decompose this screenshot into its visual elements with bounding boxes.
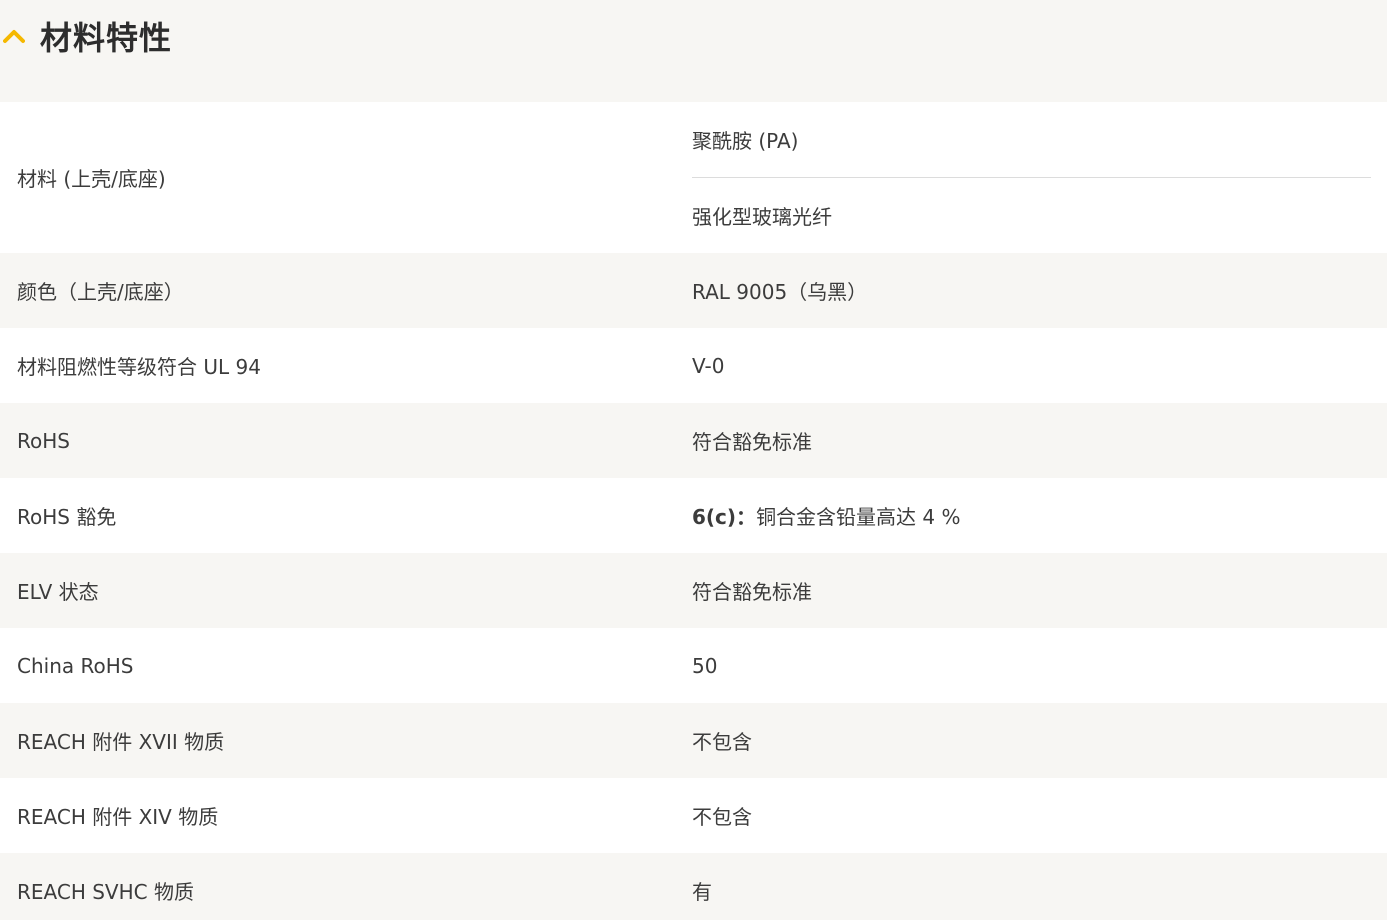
table-row: ELV 状态 符合豁免标准: [0, 553, 1387, 628]
row-label: REACH 附件 XIV 物质: [17, 805, 219, 829]
chevron-up-icon[interactable]: [3, 28, 25, 44]
row-value: 聚酰胺 (PA) 强化型玻璃光纤: [692, 102, 1387, 253]
row-value: 50: [692, 653, 718, 678]
properties-table: 材料 (上壳/底座) 聚酰胺 (PA) 强化型玻璃光纤 颜色（上壳/底座） RA…: [0, 102, 1387, 920]
section-title: 材料特性: [40, 19, 173, 57]
row-label: RoHS 豁免: [17, 505, 117, 529]
row-label: 颜色（上壳/底座）: [17, 280, 184, 304]
row-label: 材料阻燃性等级符合 UL 94: [17, 355, 261, 379]
table-row: 材料阻燃性等级符合 UL 94 V-0: [0, 328, 1387, 403]
row-value: 不包含: [692, 730, 752, 754]
section-header[interactable]: 材料特性: [0, 0, 1387, 102]
table-row: REACH 附件 XIV 物质 不包含: [0, 778, 1387, 853]
row-value: 符合豁免标准: [692, 430, 812, 454]
exemption-code: 6(c)：: [692, 505, 757, 529]
row-label: RoHS: [17, 428, 70, 453]
row-label: 材料 (上壳/底座): [17, 167, 166, 191]
row-value: RAL 9005（乌黑）: [692, 280, 868, 304]
row-label: ELV 状态: [17, 580, 99, 604]
row-value: 不包含: [692, 805, 752, 829]
table-row: REACH SVHC 物质 有: [0, 853, 1387, 920]
table-row: China RoHS 50: [0, 628, 1387, 703]
row-value: 6(c)：铜合金含铅量高达 4 %: [692, 501, 1387, 530]
row-value-line: 强化型玻璃光纤: [692, 177, 1371, 253]
table-row: REACH 附件 XVII 物质 不包含: [0, 703, 1387, 778]
row-value: V-0: [692, 353, 725, 378]
row-value: 符合豁免标准: [692, 580, 812, 604]
exemption-text: 铜合金含铅量高达 4 %: [756, 505, 961, 529]
table-row: 材料 (上壳/底座) 聚酰胺 (PA) 强化型玻璃光纤: [0, 102, 1387, 253]
table-row: RoHS 符合豁免标准: [0, 403, 1387, 478]
row-label: REACH SVHC 物质: [17, 880, 194, 904]
row-label: China RoHS: [17, 653, 134, 678]
table-row: RoHS 豁免 6(c)：铜合金含铅量高达 4 %: [0, 478, 1387, 553]
table-row: 颜色（上壳/底座） RAL 9005（乌黑）: [0, 253, 1387, 328]
row-value: 有: [692, 880, 712, 904]
row-value-line: 聚酰胺 (PA): [692, 129, 799, 153]
row-label: REACH 附件 XVII 物质: [17, 730, 225, 754]
